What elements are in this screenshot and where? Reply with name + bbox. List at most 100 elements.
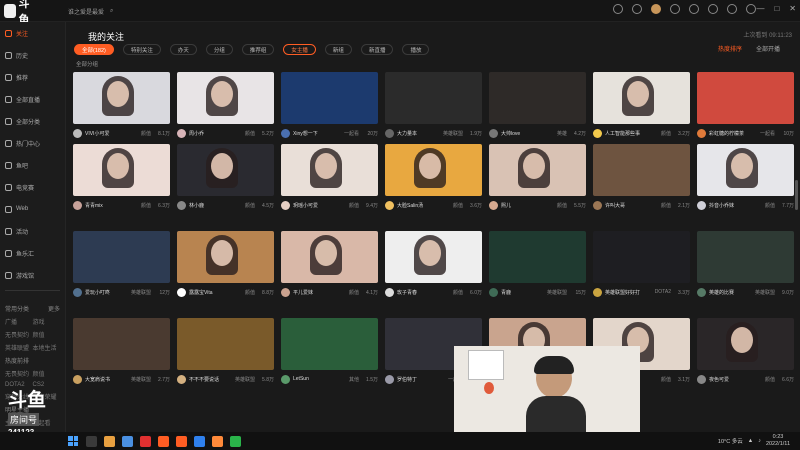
- sidebar-item[interactable]: 热门中心: [0, 132, 65, 154]
- more-link[interactable]: 更多: [48, 304, 60, 313]
- stream-card[interactable]: 人工智能那些事 颜值 3.2万: [593, 72, 690, 142]
- stream-thumbnail[interactable]: [281, 231, 378, 283]
- streamer-name[interactable]: 大帅love: [501, 130, 554, 137]
- stream-thumbnail[interactable]: [281, 72, 378, 124]
- stream-thumbnail[interactable]: [177, 72, 274, 124]
- streamer-name[interactable]: 许叫大哥: [605, 202, 658, 209]
- stream-card[interactable]: 不不不要说话 英雄联盟 5.8万: [177, 318, 274, 388]
- sidebar-item[interactable]: 鱼吧: [0, 154, 65, 176]
- streamer-avatar[interactable]: [593, 200, 602, 210]
- sidebar-item[interactable]: 电竞赛: [0, 176, 65, 198]
- category-link[interactable]: 广播: [5, 317, 33, 326]
- search-icon[interactable]: ⌕: [110, 8, 113, 15]
- mall-icon[interactable]: [727, 4, 737, 14]
- stream-thumbnail[interactable]: [593, 72, 690, 124]
- category-link[interactable]: 无畏契约: [5, 330, 33, 339]
- streamer-name[interactable]: VIVI小可爱: [85, 130, 138, 137]
- stream-thumbnail[interactable]: [697, 318, 794, 370]
- streamer-name[interactable]: 熙儿: [501, 202, 554, 209]
- category-link[interactable]: 无畏契约: [5, 369, 33, 378]
- stream-card[interactable]: 大力量本 英雄联盟 1.9万: [385, 72, 482, 142]
- sort-heat[interactable]: 热度排序: [718, 44, 742, 53]
- search-icon[interactable]: [86, 435, 97, 447]
- stream-card[interactable]: 大脸Salin汤 颜值 3.6万: [385, 144, 482, 214]
- streamer-avatar[interactable]: [73, 374, 82, 384]
- app-icon[interactable]: [176, 435, 187, 447]
- douyu-logo[interactable]: 斗鱼: [4, 0, 38, 26]
- filter-chip[interactable]: 推荐组: [241, 44, 275, 55]
- sidebar-item[interactable]: 全部分类: [0, 110, 65, 132]
- streamer-name[interactable]: 彩虹糖的柠檬茶: [709, 130, 757, 137]
- streamer-name[interactable]: 罗伯特丁: [397, 376, 445, 383]
- category-link[interactable]: 颜值: [33, 369, 61, 378]
- category-link[interactable]: 本地生活: [33, 343, 61, 352]
- sidebar-item[interactable]: 历史: [0, 44, 65, 66]
- streamer-avatar[interactable]: [593, 128, 602, 138]
- category-link[interactable]: 英雄联盟: [5, 343, 33, 352]
- stream-thumbnail[interactable]: [385, 231, 482, 283]
- filter-chip[interactable]: 女主播: [283, 44, 316, 55]
- streamer-name[interactable]: 大宽肩说书: [85, 376, 128, 383]
- maximize-icon[interactable]: □: [774, 4, 779, 13]
- sidebar-item[interactable]: 关注: [0, 22, 65, 44]
- stream-thumbnail[interactable]: [489, 231, 586, 283]
- filter-chip[interactable]: 全部(182): [74, 44, 114, 55]
- streamer-avatar[interactable]: [177, 128, 186, 138]
- stream-thumbnail[interactable]: [177, 144, 274, 196]
- streamer-name[interactable]: 大力量本: [397, 130, 440, 137]
- stream-card[interactable]: VIVI小可爱 颜值 8.1万: [73, 72, 170, 142]
- streamer-avatar[interactable]: [385, 128, 394, 138]
- streamer-name[interactable]: 人工智能那些事: [605, 130, 658, 137]
- clock[interactable]: 0:23 2022/1/11: [766, 434, 790, 448]
- settings-icon[interactable]: [746, 4, 756, 14]
- filter-chip[interactable]: 新直播: [360, 44, 394, 55]
- streamer-avatar[interactable]: [177, 374, 186, 384]
- streamer-avatar[interactable]: [593, 287, 602, 297]
- weather[interactable]: 10°C 多云: [718, 437, 743, 445]
- stream-card[interactable]: 熙儿 颜值 5.5万: [489, 144, 586, 214]
- streamer-avatar[interactable]: [697, 287, 706, 297]
- stream-card[interactable]: 英雄的比赛 英雄联盟 9.0万: [697, 231, 794, 301]
- streamer-name[interactable]: 林小鹿: [189, 202, 242, 209]
- streamer-name[interactable]: 英雄的比赛: [709, 289, 752, 296]
- category-link[interactable]: DOTA2: [5, 382, 33, 388]
- streamer-avatar[interactable]: [697, 128, 706, 138]
- stream-thumbnail[interactable]: [489, 72, 586, 124]
- streamer-name[interactable]: 不不不要说话: [189, 376, 232, 383]
- gift-icon[interactable]: [670, 4, 680, 14]
- stream-card[interactable]: LetSun 其他 1.5万: [281, 318, 378, 388]
- category-link[interactable]: CS2: [33, 382, 61, 388]
- stream-thumbnail[interactable]: [177, 231, 274, 283]
- streamer-avatar[interactable]: [385, 287, 394, 297]
- sidebar-item[interactable]: 活动: [0, 220, 65, 242]
- sidebar-item[interactable]: 推荐: [0, 66, 65, 88]
- streamer-name[interactable]: 玥瑶小可爱: [293, 202, 346, 209]
- sidebar-item[interactable]: 鱼乐汇: [0, 242, 65, 264]
- streamer-avatar[interactable]: [385, 200, 394, 210]
- folder-icon[interactable]: [104, 435, 115, 447]
- stream-thumbnail[interactable]: [73, 231, 170, 283]
- history-icon[interactable]: [613, 4, 623, 14]
- follow-icon[interactable]: [632, 4, 642, 14]
- douyu-icon[interactable]: [158, 435, 169, 447]
- group-manage[interactable]: 全部分组: [76, 60, 98, 68]
- streamer-avatar[interactable]: [697, 374, 706, 384]
- category-link[interactable]: 颜值: [33, 330, 61, 339]
- volume-icon[interactable]: ♪: [758, 438, 761, 444]
- stream-thumbnail[interactable]: [593, 144, 690, 196]
- task-icon[interactable]: [689, 4, 699, 14]
- stream-card[interactable]: 青鹿 英雄联盟 15万: [489, 231, 586, 301]
- streamer-avatar[interactable]: [281, 374, 290, 384]
- stream-card[interactable]: 平儿爱妹 颜值 4.1万: [281, 231, 378, 301]
- stream-thumbnail[interactable]: [697, 144, 794, 196]
- streamer-name[interactable]: 爱玩小叮咚: [85, 289, 128, 296]
- streamer-avatar[interactable]: [697, 200, 706, 210]
- sidebar-item[interactable]: 全部直播: [0, 88, 65, 110]
- stream-card[interactable]: 彩虹糖的柠檬茶 一起看 10万: [697, 72, 794, 142]
- streamer-name[interactable]: 周小乔: [189, 130, 242, 137]
- stream-thumbnail[interactable]: [697, 231, 794, 283]
- app-icon[interactable]: [212, 435, 223, 447]
- stream-card[interactable]: 周小乔 颜值 5.2万: [177, 72, 274, 142]
- stream-thumbnail[interactable]: [73, 144, 170, 196]
- streamer-avatar[interactable]: [177, 200, 186, 210]
